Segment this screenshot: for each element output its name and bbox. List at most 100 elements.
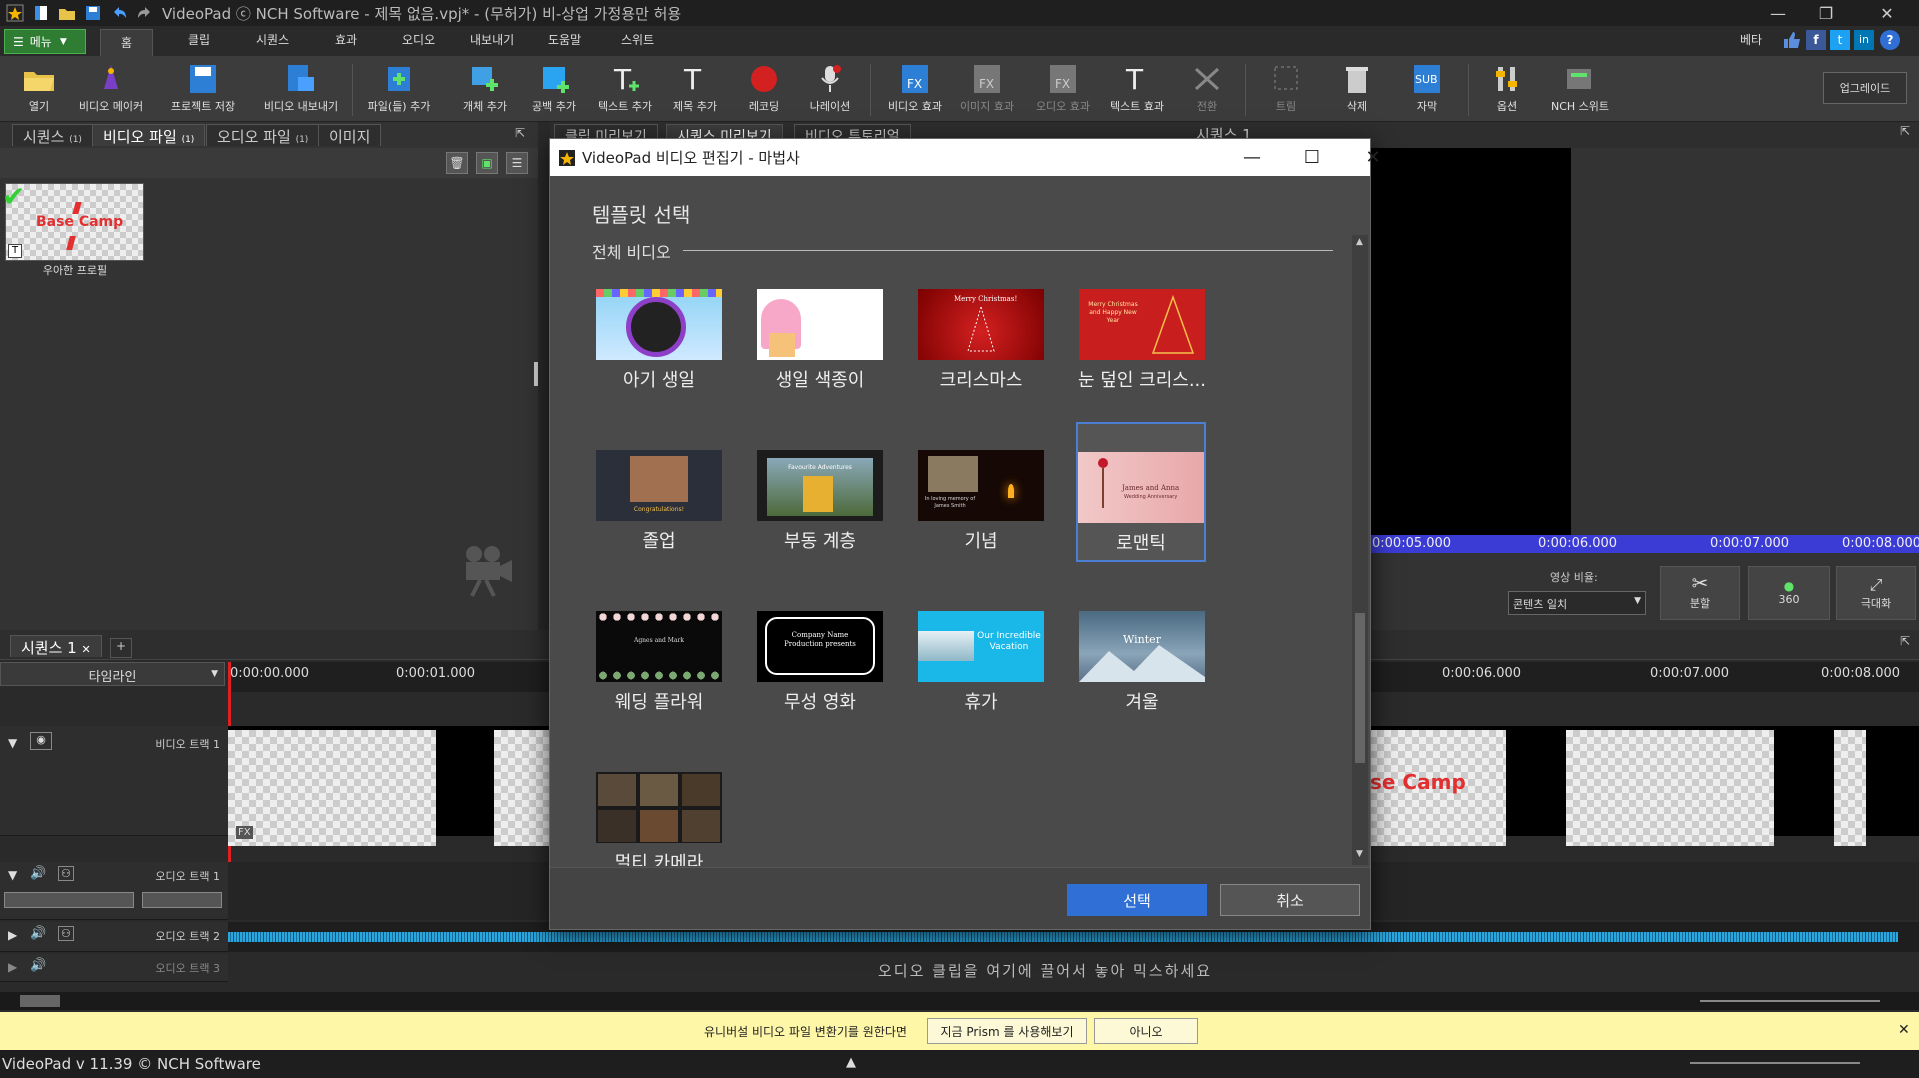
timeline-scrollbar[interactable]	[0, 992, 1919, 1010]
restore-button[interactable]: ❐	[1803, 0, 1849, 26]
like-icon[interactable]	[1782, 30, 1802, 50]
expand-icon[interactable]: ▶	[8, 928, 17, 942]
text-effects-button[interactable]: T 텍스트 효과	[1098, 60, 1176, 114]
tab-sequence[interactable]: 시퀀스	[256, 31, 289, 48]
add-title-button[interactable]: T 제목 추가	[656, 60, 734, 114]
image-effects-button[interactable]: FX 이미지 효과	[948, 60, 1026, 114]
add-sequence-button[interactable]: +	[110, 638, 132, 658]
close-icon[interactable]: ✕	[1898, 1022, 1910, 1038]
template-birthday-confetti[interactable]: 생일 색종이	[755, 283, 885, 421]
undock-icon[interactable]: ⇱	[515, 126, 531, 142]
audio-waveform[interactable]	[228, 932, 1898, 942]
undo-icon[interactable]	[108, 2, 130, 24]
list-view-button[interactable]: ☰	[506, 152, 528, 174]
tab-effects[interactable]: 효과	[335, 31, 357, 48]
template-vacation[interactable]: Our Incredible Vacation 휴가	[916, 605, 1046, 743]
speaker-icon[interactable]: 🔊	[30, 958, 46, 973]
close-icon[interactable]: ✕	[82, 643, 91, 656]
eye-icon[interactable]: ◉	[30, 732, 52, 750]
tab-help[interactable]: 도움말	[548, 31, 581, 48]
dialog-minimize-button[interactable]: —	[1222, 139, 1282, 176]
video-clip[interactable]	[494, 730, 552, 846]
undock-icon[interactable]: ⇱	[1900, 124, 1910, 138]
undock-icon[interactable]: ⇱	[1900, 634, 1910, 648]
export-video-button[interactable]: 비디오 내보내기	[253, 60, 349, 114]
zoom-slider[interactable]	[1700, 1000, 1880, 1002]
nch-suite-button[interactable]: NCH 스위트	[1538, 60, 1622, 114]
open-button[interactable]: 열기	[0, 60, 78, 114]
master-volume-slider[interactable]	[1690, 1062, 1860, 1064]
tab-clip[interactable]: 클립	[188, 31, 210, 48]
tab-suite[interactable]: 스위트	[621, 31, 654, 48]
new-folder-button[interactable]: ▣	[476, 152, 498, 174]
expand-up-icon[interactable]: ▲	[846, 1055, 856, 1070]
help-icon[interactable]: ?	[1880, 30, 1900, 50]
dialog-maximize-button[interactable]: ☐	[1282, 139, 1342, 176]
speaker-icon[interactable]: 🔊	[30, 866, 46, 881]
video-maker-button[interactable]: 비디오 메이커	[72, 60, 150, 114]
template-silent-film[interactable]: Company Name Production presents 무성 영화	[755, 605, 885, 743]
template-wedding-flowers[interactable]: Agnes and Mark 웨딩 플라워	[594, 605, 724, 743]
template-multi-camera[interactable]: 멀티 카메라	[594, 766, 724, 866]
dialog-close-button[interactable]: ✕	[1343, 139, 1403, 176]
media-clip-thumbnail[interactable]: ✔ Base Camp T	[2, 180, 144, 261]
save-icon[interactable]	[82, 2, 104, 24]
tab-images[interactable]: 이미지	[318, 124, 382, 146]
cancel-button[interactable]: 취소	[1220, 884, 1360, 916]
volume-slider[interactable]	[4, 892, 134, 908]
expand-icon[interactable]: ▶	[8, 960, 17, 974]
tab-sequence-1[interactable]: 시퀀스 1 ✕	[10, 635, 102, 657]
tab-video-files[interactable]: 비디오 파일 (1)	[92, 124, 206, 146]
delete-button[interactable]: 삭제	[1318, 60, 1396, 114]
pan-slider[interactable]	[142, 892, 222, 908]
linkedin-icon[interactable]: in	[1854, 30, 1874, 50]
video-clip[interactable]	[1834, 730, 1866, 846]
tab-audio[interactable]: 오디오	[402, 31, 435, 48]
delete-bin-button[interactable]: 🗑	[446, 152, 468, 174]
try-prism-button[interactable]: 지금 Prism 를 사용해보기	[927, 1018, 1087, 1044]
upgrade-button[interactable]: 업그레이드	[1823, 72, 1907, 104]
add-blank-button[interactable]: 공백 추가	[515, 60, 593, 114]
tab-home[interactable]: 홈	[100, 29, 154, 56]
video-clip[interactable]: se Camp	[1370, 730, 1506, 846]
split-button[interactable]: ✂ 분할	[1660, 566, 1740, 620]
scroll-thumb[interactable]	[20, 995, 60, 1007]
close-window-button[interactable]: ✕	[1864, 0, 1910, 26]
template-memorial[interactable]: In loving memory of James Smith 기념	[916, 444, 1046, 582]
fx-icon[interactable]: FX	[236, 826, 253, 839]
group-icon[interactable]: ⚇	[58, 926, 74, 941]
template-baby-birthday[interactable]: 아기 생일	[594, 283, 724, 421]
save-project-button[interactable]: 프로젝트 저장	[158, 60, 248, 114]
aspect-ratio-select[interactable]: 콘텐츠 일치 ▼	[1508, 591, 1646, 615]
twitter-icon[interactable]: t	[1830, 30, 1850, 50]
preview-screen[interactable]	[1370, 148, 1571, 535]
options-button[interactable]: 옵션	[1468, 60, 1546, 114]
new-file-icon[interactable]	[30, 2, 52, 24]
template-christmas[interactable]: Merry Christmas! 크리스마스	[916, 283, 1046, 421]
maximize-button[interactable]: ⤢ 극대화	[1836, 566, 1916, 620]
speaker-icon[interactable]: 🔊	[30, 926, 46, 941]
add-text-button[interactable]: T 텍스트 추가	[586, 60, 664, 114]
template-romantic[interactable]: James and Anna Wedding Anniversary 로맨틱	[1076, 422, 1206, 562]
template-graduation[interactable]: Congratulations! 졸업	[594, 444, 724, 582]
select-button[interactable]: 선택	[1067, 884, 1207, 916]
add-object-button[interactable]: 개체 추가	[446, 60, 524, 114]
audio-effects-button[interactable]: FX 오디오 효과	[1024, 60, 1102, 114]
narration-button[interactable]: 나레이션	[791, 60, 869, 114]
video-clip[interactable]	[1566, 730, 1774, 846]
template-floating-layers[interactable]: Favourite Adventures 부동 계층	[755, 444, 885, 582]
add-files-button[interactable]: 파일(들) 추가	[357, 60, 441, 114]
scroll-down-icon[interactable]: ▼	[1356, 849, 1363, 859]
tab-export[interactable]: 내보내기	[470, 31, 514, 48]
facebook-icon[interactable]: f	[1806, 30, 1826, 50]
collapse-icon[interactable]: ▼	[8, 736, 17, 750]
template-snowy-christmas[interactable]: Merry Christmas and Happy New Year 눈 덮인 …	[1077, 283, 1207, 421]
scroll-up-icon[interactable]: ▲	[1356, 237, 1363, 247]
tab-audio-files[interactable]: 오디오 파일 (1)	[206, 124, 320, 146]
video-effects-button[interactable]: FX 비디오 효과	[876, 60, 954, 114]
trim-button[interactable]: 트림	[1247, 60, 1325, 114]
no-thanks-button[interactable]: 아니오	[1094, 1018, 1198, 1044]
dialog-scrollbar[interactable]: ▲ ▼	[1352, 235, 1368, 865]
preview-scrub-ruler[interactable]: 0:00:05.000 0:00:06.000 0:00:07.000 0:00…	[1370, 535, 1919, 553]
timeline-mode-select[interactable]: 타임라인 ▼	[0, 662, 225, 686]
